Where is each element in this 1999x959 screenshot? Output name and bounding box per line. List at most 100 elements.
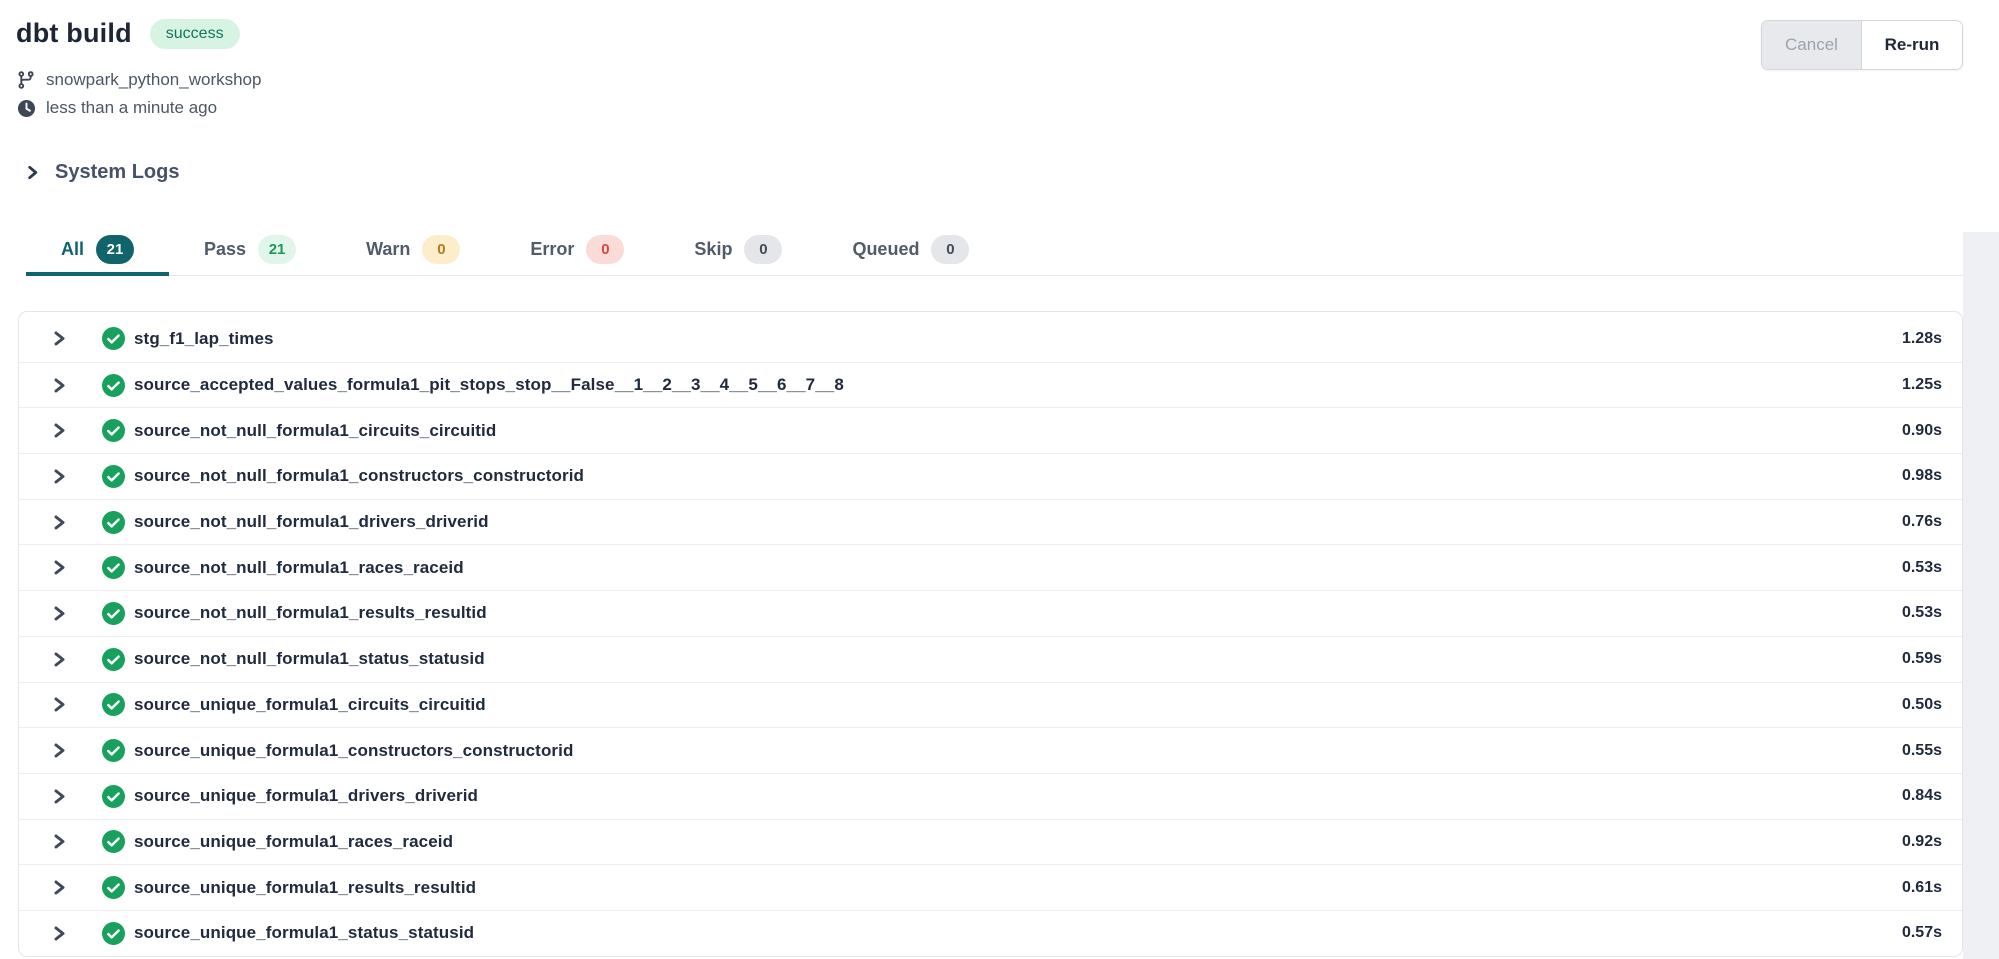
chevron-right-icon[interactable]: [51, 513, 67, 532]
system-logs-toggle[interactable]: System Logs: [25, 161, 1963, 184]
result-duration: 0.59s: [1902, 650, 1942, 668]
chevron-right-icon[interactable]: [51, 421, 67, 440]
result-filter-tabs: All 21 Pass 21 Warn 0 Error 0 Skip 0 Que…: [26, 226, 1963, 276]
run-actions: Cancel Re-run: [1761, 20, 1963, 70]
git-branch-icon: [16, 70, 36, 90]
result-row[interactable]: source_unique_formula1_results_resultid …: [19, 864, 1962, 910]
result-row[interactable]: source_not_null_formula1_status_statusid…: [19, 636, 1962, 682]
success-check-icon: [102, 602, 125, 625]
tab-all[interactable]: All 21: [26, 226, 169, 276]
tab-pass-label: Pass: [204, 239, 246, 260]
rerun-button[interactable]: Re-run: [1862, 21, 1962, 69]
success-check-icon: [102, 374, 125, 397]
tab-error-count-badge: 0: [586, 235, 624, 264]
page-title: dbt build: [16, 18, 132, 49]
result-name: source_not_null_formula1_status_statusid: [134, 649, 485, 669]
success-check-icon: [102, 465, 125, 488]
result-duration: 0.57s: [1902, 924, 1942, 942]
tab-queued[interactable]: Queued 0: [817, 226, 1004, 276]
result-row[interactable]: source_unique_formula1_status_statusid 0…: [19, 910, 1962, 956]
result-row[interactable]: source_not_null_formula1_races_raceid 0.…: [19, 544, 1962, 590]
tab-skip-label: Skip: [694, 239, 732, 260]
tab-skip-count-badge: 0: [744, 235, 782, 264]
cancel-button[interactable]: Cancel: [1762, 21, 1862, 69]
chevron-right-icon[interactable]: [51, 558, 67, 577]
chevron-right-icon[interactable]: [51, 741, 67, 760]
result-row[interactable]: source_unique_formula1_circuits_circuiti…: [19, 682, 1962, 728]
tab-queued-label: Queued: [852, 239, 919, 260]
result-duration: 0.98s: [1902, 467, 1942, 485]
run-header: dbt build success Cancel Re-run snowpark…: [0, 0, 1999, 184]
tab-error[interactable]: Error 0: [495, 226, 659, 276]
result-name: source_unique_formula1_status_statusid: [134, 923, 474, 943]
chevron-right-icon[interactable]: [51, 604, 67, 623]
success-check-icon: [102, 830, 125, 853]
scrollbar-track[interactable]: [1963, 232, 1999, 959]
success-check-icon: [102, 327, 125, 350]
chevron-right-icon[interactable]: [51, 878, 67, 897]
result-name: source_not_null_formula1_circuits_circui…: [134, 421, 496, 441]
result-name: source_unique_formula1_results_resultid: [134, 878, 476, 898]
chevron-right-icon[interactable]: [51, 329, 67, 348]
results-list: stg_f1_lap_times 1.28s source_accepted_v…: [18, 311, 1963, 957]
result-name: source_not_null_formula1_races_raceid: [134, 558, 464, 578]
chevron-right-icon[interactable]: [51, 787, 67, 806]
result-name: stg_f1_lap_times: [134, 329, 274, 349]
success-check-icon: [102, 785, 125, 808]
result-row[interactable]: stg_f1_lap_times 1.28s: [19, 316, 1962, 362]
status-badge: success: [150, 19, 240, 49]
success-check-icon: [102, 876, 125, 899]
chevron-right-icon[interactable]: [51, 695, 67, 714]
result-duration: 0.53s: [1902, 559, 1942, 577]
system-logs-label: System Logs: [55, 161, 179, 184]
result-row[interactable]: source_not_null_formula1_results_resulti…: [19, 590, 1962, 636]
result-duration: 0.84s: [1902, 787, 1942, 805]
result-name: source_not_null_formula1_constructors_co…: [134, 466, 584, 486]
tab-skip[interactable]: Skip 0: [659, 226, 817, 276]
tab-error-label: Error: [530, 239, 574, 260]
chevron-right-icon[interactable]: [51, 832, 67, 851]
chevron-right-icon[interactable]: [51, 467, 67, 486]
result-duration: 1.28s: [1902, 330, 1942, 348]
result-duration: 0.61s: [1902, 879, 1942, 897]
chevron-right-icon[interactable]: [51, 650, 67, 669]
success-check-icon: [102, 511, 125, 534]
result-row[interactable]: source_unique_formula1_drivers_driverid …: [19, 773, 1962, 819]
result-name: source_not_null_formula1_results_resulti…: [134, 603, 487, 623]
run-time-ago: less than a minute ago: [46, 98, 217, 118]
success-check-icon: [102, 922, 125, 945]
tab-warn[interactable]: Warn 0: [331, 226, 495, 276]
result-name: source_unique_formula1_constructors_cons…: [134, 741, 573, 761]
result-duration: 0.76s: [1902, 513, 1942, 531]
result-name: source_not_null_formula1_drivers_driveri…: [134, 512, 489, 532]
chevron-right-icon[interactable]: [51, 376, 67, 395]
result-duration: 0.53s: [1902, 604, 1942, 622]
tab-queued-count-badge: 0: [931, 235, 969, 264]
tab-warn-label: Warn: [366, 239, 410, 260]
result-row[interactable]: source_not_null_formula1_drivers_driveri…: [19, 499, 1962, 545]
result-name: source_accepted_values_formula1_pit_stop…: [134, 375, 844, 395]
result-name: source_unique_formula1_circuits_circuiti…: [134, 695, 486, 715]
success-check-icon: [102, 739, 125, 762]
success-check-icon: [102, 693, 125, 716]
result-row[interactable]: source_not_null_formula1_constructors_co…: [19, 453, 1962, 499]
clock-icon: [16, 99, 36, 118]
result-name: source_unique_formula1_races_raceid: [134, 832, 453, 852]
result-duration: 0.50s: [1902, 696, 1942, 714]
result-row[interactable]: source_accepted_values_formula1_pit_stop…: [19, 362, 1962, 408]
tab-pass-count-badge: 21: [258, 235, 296, 264]
result-duration: 0.55s: [1902, 742, 1942, 760]
chevron-right-icon[interactable]: [51, 924, 67, 943]
success-check-icon: [102, 419, 125, 442]
result-duration: 0.90s: [1902, 422, 1942, 440]
success-check-icon: [102, 648, 125, 671]
result-row[interactable]: source_unique_formula1_races_raceid 0.92…: [19, 819, 1962, 865]
tab-all-label: All: [61, 239, 84, 260]
chevron-right-icon: [25, 164, 40, 181]
tab-all-count-badge: 21: [96, 235, 134, 264]
tab-pass[interactable]: Pass 21: [169, 226, 331, 276]
result-row[interactable]: source_unique_formula1_constructors_cons…: [19, 727, 1962, 773]
result-duration: 1.25s: [1902, 376, 1942, 394]
result-row[interactable]: source_not_null_formula1_circuits_circui…: [19, 407, 1962, 453]
branch-name: snowpark_python_workshop: [46, 70, 261, 90]
